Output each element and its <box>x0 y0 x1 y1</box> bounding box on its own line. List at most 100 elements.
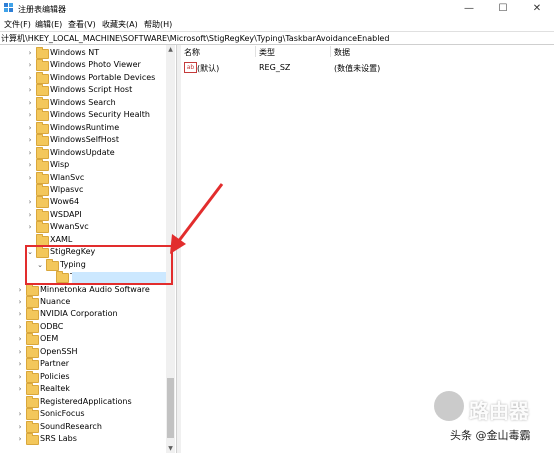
tree-node-label: Windows Portable Devices <box>50 72 156 82</box>
chevron-right-icon[interactable]: › <box>26 60 34 70</box>
tree-node[interactable]: › Windows Portable Devices <box>0 71 166 84</box>
chevron-right-icon[interactable] <box>16 397 24 407</box>
folder-icon <box>36 109 49 122</box>
tree-node-label: ODBC <box>40 321 64 331</box>
tree-node[interactable]: › WindowsSelfHost <box>0 134 166 147</box>
chevron-right-icon[interactable]: › <box>26 135 34 145</box>
menu-favorites[interactable]: 收藏夹(A) <box>102 19 138 30</box>
address-path[interactable]: 计算机\HKEY_LOCAL_MACHINE\SOFTWARE\Microsof… <box>1 33 389 44</box>
chevron-right-icon[interactable]: › <box>16 384 24 394</box>
value-name[interactable]: (默认) <box>197 63 219 74</box>
chevron-right-icon[interactable]: › <box>26 173 34 183</box>
chevron-right-icon[interactable]: › <box>16 334 24 344</box>
menu-help[interactable]: 帮助(H) <box>144 19 172 30</box>
tree-node[interactable]: › WlanSvc <box>0 171 166 184</box>
chevron-right-icon[interactable]: › <box>16 434 24 444</box>
tree-node-label: OEM <box>40 334 59 344</box>
address-bar[interactable]: 计算机\HKEY_LOCAL_MACHINE\SOFTWARE\Microsof… <box>0 31 554 45</box>
tree-node[interactable]: › Windows Security Health <box>0 109 166 122</box>
menu-file[interactable]: 文件(F) <box>4 19 31 30</box>
chevron-right-icon[interactable]: › <box>16 309 24 319</box>
tree-node[interactable]: RegisteredApplications <box>0 395 166 408</box>
tree-node[interactable]: XAML <box>0 233 166 246</box>
chevron-right-icon[interactable]: › <box>16 297 24 307</box>
chevron-right-icon[interactable]: › <box>16 322 24 332</box>
chevron-right-icon[interactable]: › <box>26 85 34 95</box>
folder-icon <box>36 196 49 209</box>
chevron-right-icon[interactable]: › <box>26 148 34 158</box>
tree-node-label: Wow64 <box>50 197 80 207</box>
folder-icon <box>26 345 39 358</box>
tree-node[interactable]: › Realtek <box>0 383 166 396</box>
tree-node[interactable]: › SonicFocus <box>0 408 166 421</box>
tree-node[interactable]: › Partner <box>0 358 166 371</box>
chevron-right-icon[interactable]: › <box>16 372 24 382</box>
tree-node[interactable]: › Nuance <box>0 296 166 308</box>
tree-node[interactable]: › ODBC <box>0 320 166 333</box>
folder-icon <box>26 358 39 371</box>
window-title: 注册表编辑器 <box>18 5 66 14</box>
folder-icon <box>36 171 49 184</box>
tree-node-label: Windows Search <box>50 97 116 107</box>
tree-node[interactable]: › Wow64 <box>0 196 166 209</box>
tree-node[interactable]: › Windows Script Host <box>0 84 166 97</box>
tree-node[interactable]: › WindowsRuntime <box>0 121 166 134</box>
scroll-thumb[interactable] <box>167 378 174 438</box>
tree-node[interactable]: › Minnetonka Audio Software <box>0 283 166 296</box>
folder-icon <box>26 420 39 433</box>
chevron-right-icon[interactable]: › <box>26 210 34 220</box>
tree-node[interactable]: › SRS Labs <box>0 432 166 445</box>
folder-icon <box>36 47 49 59</box>
chevron-right-icon[interactable] <box>26 185 34 195</box>
watermark-brand: 路由器 <box>469 399 529 423</box>
tree-node[interactable]: › Policies <box>0 370 166 383</box>
tree-node[interactable]: › SoundResearch <box>0 420 166 433</box>
tree-node[interactable]: › OEM <box>0 333 166 346</box>
chevron-right-icon[interactable]: › <box>16 359 24 369</box>
column-header-data[interactable]: 数据 <box>334 47 350 58</box>
tree-node[interactable]: › Wisp <box>0 159 166 172</box>
watermark: 路由器 头条 @金山毒霸 <box>414 391 554 453</box>
chevron-right-icon[interactable]: › <box>16 285 24 295</box>
column-divider[interactable] <box>330 46 331 57</box>
chevron-right-icon[interactable]: › <box>26 160 34 170</box>
folder-icon <box>26 283 39 296</box>
tree-node[interactable]: Wlpasvc <box>0 183 166 196</box>
tree-node-label: SRS Labs <box>40 433 77 443</box>
chevron-right-icon[interactable]: › <box>26 197 34 207</box>
chevron-right-icon[interactable]: › <box>26 222 34 232</box>
tree-node[interactable]: › WwanSvc <box>0 221 166 234</box>
column-header-name[interactable]: 名称 <box>184 47 200 58</box>
scroll-down-arrow[interactable]: ▼ <box>166 444 175 453</box>
chevron-right-icon[interactable]: › <box>26 98 34 108</box>
chevron-right-icon[interactable]: › <box>16 347 24 357</box>
close-button[interactable]: ✕ <box>520 0 554 18</box>
menu-edit[interactable]: 编辑(E) <box>35 19 62 30</box>
chevron-right-icon[interactable]: › <box>26 123 34 133</box>
tree-node[interactable]: › Windows NT <box>0 47 166 59</box>
folder-icon <box>26 320 39 333</box>
value-data[interactable]: (数值未设置) <box>334 63 380 74</box>
tree-node[interactable]: › WindowsUpdate <box>0 146 166 159</box>
tree-node-label: RegisteredApplications <box>40 396 132 406</box>
tree-node-label: SoundResearch <box>40 421 102 431</box>
tree-node[interactable]: › WSDAPI <box>0 208 166 221</box>
tree-node[interactable]: › Windows Photo Viewer <box>0 59 166 72</box>
maximize-button[interactable]: ☐ <box>486 0 520 18</box>
chevron-right-icon[interactable]: › <box>26 73 34 83</box>
chevron-right-icon[interactable]: › <box>16 409 24 419</box>
chevron-right-icon[interactable]: › <box>26 110 34 120</box>
column-header-type[interactable]: 类型 <box>259 47 275 58</box>
column-divider[interactable] <box>255 46 256 57</box>
value-type[interactable]: REG_SZ <box>259 63 290 72</box>
scroll-up-arrow[interactable]: ▲ <box>166 45 175 54</box>
tree-node[interactable]: › OpenSSH <box>0 345 166 358</box>
tree-node-label: Windows Photo Viewer <box>50 60 141 70</box>
menu-view[interactable]: 查看(V) <box>68 19 96 30</box>
tree-node[interactable]: › NVIDIA Corporation <box>0 308 166 321</box>
chevron-right-icon[interactable] <box>26 235 34 245</box>
tree-node[interactable]: › Windows Search <box>0 96 166 109</box>
chevron-right-icon[interactable]: › <box>16 422 24 432</box>
minimize-button[interactable]: — <box>452 0 486 18</box>
chevron-right-icon[interactable]: › <box>26 48 34 58</box>
